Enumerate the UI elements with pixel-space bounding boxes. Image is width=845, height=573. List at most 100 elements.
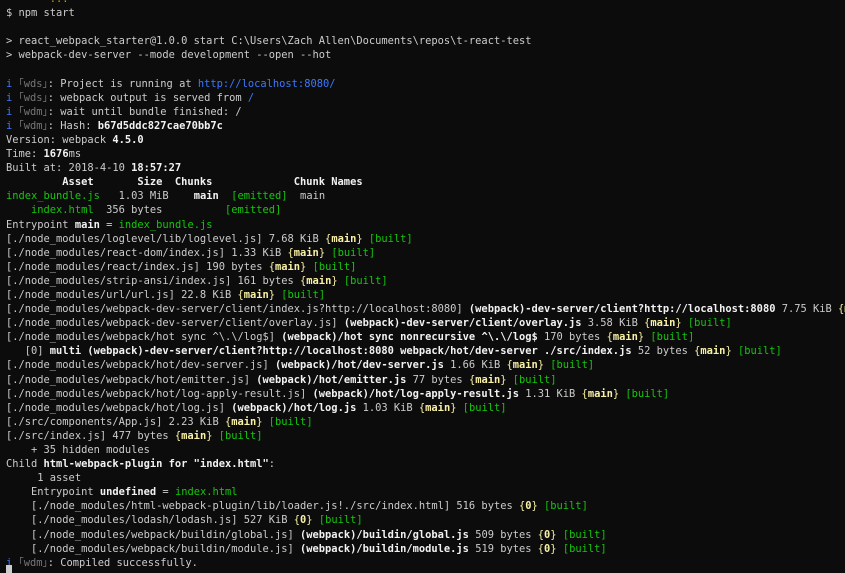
terminal-text-segment: : Hash: bbox=[47, 119, 98, 132]
terminal-text-segment: 170 bytes bbox=[537, 331, 607, 344]
terminal-text-segment: main bbox=[181, 429, 207, 442]
terminal-text-segment: (webpack)/hot/emitter.js bbox=[256, 373, 407, 386]
terminal-text-segment: main bbox=[306, 274, 332, 287]
terminal-text-segment: [built] bbox=[312, 260, 357, 273]
terminal-text-segment: [./node_modules/lodash/lodash.js] 527 Ki… bbox=[6, 514, 294, 527]
terminal-text-segment: [./node_modules/html-webpack-plugin/lib/… bbox=[6, 500, 519, 513]
terminal-text-segment: main bbox=[475, 373, 501, 386]
terminal-text-segment: [built] bbox=[343, 274, 388, 287]
terminal-line: [./node_modules/webpack/buildin/module.j… bbox=[0, 542, 845, 556]
terminal-text-segment: 3.58 KiB bbox=[581, 317, 645, 330]
terminal-line: Child html-webpack-plugin for "index.htm… bbox=[0, 457, 845, 471]
terminal-text-segment: (webpack)-dev-server/client/overlay.js bbox=[343, 317, 582, 330]
terminal-line: [./node_modules/webpack-dev-server/clien… bbox=[0, 316, 845, 330]
terminal-text-segment: index.html bbox=[174, 486, 238, 499]
terminal-line: index.html 356 bytes [emitted] bbox=[0, 203, 845, 217]
terminal-text-segment: [built] bbox=[268, 415, 313, 428]
terminal-text-segment: [built] bbox=[625, 387, 670, 400]
terminal-text-segment: [built] bbox=[218, 429, 263, 442]
terminal-text-segment: [./node_modules/webpack/hot/log.js] bbox=[6, 401, 232, 414]
terminal-text-segment: multi (webpack)-dev-server/client?http:/… bbox=[49, 345, 632, 358]
terminal-line: [./node_modules/url/url.js] 22.8 KiB {ma… bbox=[0, 288, 845, 302]
terminal-text-segment: 519 bytes bbox=[468, 542, 538, 555]
terminal-text-segment: Time: bbox=[6, 148, 44, 161]
terminal-text-segment: index.html bbox=[6, 204, 94, 217]
terminal-line: [./node_modules/lodash/lodash.js] 527 Ki… bbox=[0, 513, 845, 527]
terminal-line: Asset Size Chunks Chunk Names bbox=[0, 175, 845, 189]
terminal-text-segment: ｢wds｣ bbox=[18, 91, 48, 104]
terminal-text-segment: [./node_modules/webpack/hot/log-apply-re… bbox=[6, 387, 313, 400]
terminal-line: Time: 1676ms bbox=[0, 147, 845, 161]
terminal-text-segment: 356 bytes bbox=[93, 204, 225, 217]
terminal-text-segment: [emitted] bbox=[231, 190, 288, 203]
terminal-line: Built at: 2018-4-10 18:57:27 bbox=[0, 161, 845, 175]
terminal-line: Version: webpack 4.5.0 bbox=[0, 133, 845, 147]
terminal-text-segment: main bbox=[650, 317, 676, 330]
terminal-text-segment: 1.03 MiB bbox=[99, 190, 194, 203]
terminal-text-segment: html-webpack-plugin for "index.html" bbox=[43, 458, 269, 471]
terminal-text-segment: [./node_modules/webpack-dev-server/clien… bbox=[6, 303, 469, 316]
terminal-output[interactable]: ... $ npm start > react_webpack_starter@1… bbox=[0, 0, 845, 573]
terminal-line: [./node_modules/react-dom/index.js] 1.33… bbox=[0, 246, 845, 260]
terminal-line: 1 asset bbox=[0, 471, 845, 485]
terminal-text-segment: http://localhost:8080/ bbox=[197, 77, 336, 90]
terminal-line: index_bundle.js 1.03 MiB main [emitted] … bbox=[0, 189, 845, 203]
terminal-text-segment: [./src/index.js] 477 bytes bbox=[6, 429, 175, 442]
terminal-text-segment: main bbox=[243, 288, 269, 301]
terminal-text-segment: 77 bytes bbox=[406, 373, 469, 386]
terminal-text-segment: [built] bbox=[512, 373, 557, 386]
terminal-text-segment: $ npm start bbox=[6, 7, 75, 20]
terminal-text-segment: [built] bbox=[687, 317, 732, 330]
terminal-line: [./node_modules/webpack/hot/log.js] (web… bbox=[0, 401, 845, 415]
terminal-text-segment: Version: webpack bbox=[6, 133, 113, 146]
terminal-text-segment: 1.03 KiB bbox=[356, 401, 419, 414]
terminal-text-segment: [built] bbox=[368, 232, 413, 245]
terminal-text-segment: index_bundle.js bbox=[6, 190, 100, 203]
terminal-text-segment: [./node_modules/webpack-dev-server/clien… bbox=[6, 317, 344, 330]
terminal-text-segment: 4.5.0 bbox=[112, 133, 144, 146]
terminal-text-segment: : wait until bundle finished: / bbox=[47, 105, 242, 118]
terminal-text-segment: : Project is running at bbox=[47, 77, 198, 90]
terminal-text-segment: > react_webpack_starter@1.0.0 start C:\U… bbox=[6, 35, 532, 48]
terminal-line: [0] multi (webpack)-dev-server/client?ht… bbox=[0, 344, 845, 358]
terminal-line: i ｢wdm｣: wait until bundle finished: / bbox=[0, 105, 845, 119]
terminal-line: [./node_modules/react/index.js] 190 byte… bbox=[0, 260, 845, 274]
terminal-text-segment: [./node_modules/webpack/hot/emitter.js] bbox=[6, 373, 257, 386]
terminal-text-segment: [./node_modules/url/url.js] 22.8 KiB bbox=[6, 288, 238, 301]
terminal-text-segment: [built] bbox=[462, 401, 507, 414]
terminal-line: [./node_modules/webpack/buildin/global.j… bbox=[0, 528, 845, 542]
terminal-text-segment: 1676 bbox=[43, 148, 69, 161]
terminal-text-segment: (webpack)-dev-server/client?http://local… bbox=[468, 303, 776, 316]
terminal-text-segment: index_bundle.js bbox=[118, 218, 213, 231]
terminal-text-segment: [built] bbox=[737, 345, 782, 358]
terminal-text-segment: ｢wdm｣ bbox=[18, 556, 48, 569]
terminal-text-segment: = bbox=[156, 486, 175, 499]
terminal-text-segment: [./node_modules/webpack/buildin/module.j… bbox=[6, 542, 301, 555]
terminal-text-segment: + 35 hidden modules bbox=[6, 444, 150, 456]
terminal-line: Entrypoint main = index_bundle.js bbox=[0, 218, 845, 232]
terminal-text-segment: main bbox=[612, 331, 638, 344]
terminal-text-segment: (webpack)/buildin/global.js bbox=[300, 528, 469, 541]
terminal-text-segment: main bbox=[293, 246, 319, 259]
terminal-text-segment: (webpack)/hot/dev-server.js bbox=[275, 359, 444, 372]
terminal-text-segment: main bbox=[331, 232, 357, 245]
terminal-text-segment: [built] bbox=[562, 542, 607, 555]
terminal-text-segment: b67d5ddc827cae70bb7c bbox=[97, 119, 223, 132]
terminal-text-segment: [built] bbox=[550, 359, 595, 372]
terminal-line: Entrypoint undefined = index.html bbox=[0, 485, 845, 499]
terminal-text-segment: main bbox=[231, 415, 257, 428]
terminal-line: i ｢wdm｣: Compiled successfully. bbox=[0, 556, 845, 570]
terminal-text-segment: 1 asset bbox=[6, 472, 82, 485]
terminal-text-segment: = bbox=[99, 218, 119, 231]
terminal-text-segment: [./node_modules/react/index.js] 190 byte… bbox=[6, 260, 269, 273]
terminal-cursor bbox=[6, 565, 12, 573]
terminal-text-segment: undefined bbox=[99, 486, 157, 499]
terminal-line: > react_webpack_starter@1.0.0 start C:\U… bbox=[0, 34, 845, 48]
terminal-text-segment: [built] bbox=[650, 331, 695, 344]
terminal-line: [./node_modules/webpack/hot/emitter.js] … bbox=[0, 373, 845, 387]
terminal-line: $ npm start bbox=[0, 6, 845, 20]
terminal-text-segment: ms bbox=[68, 148, 82, 161]
